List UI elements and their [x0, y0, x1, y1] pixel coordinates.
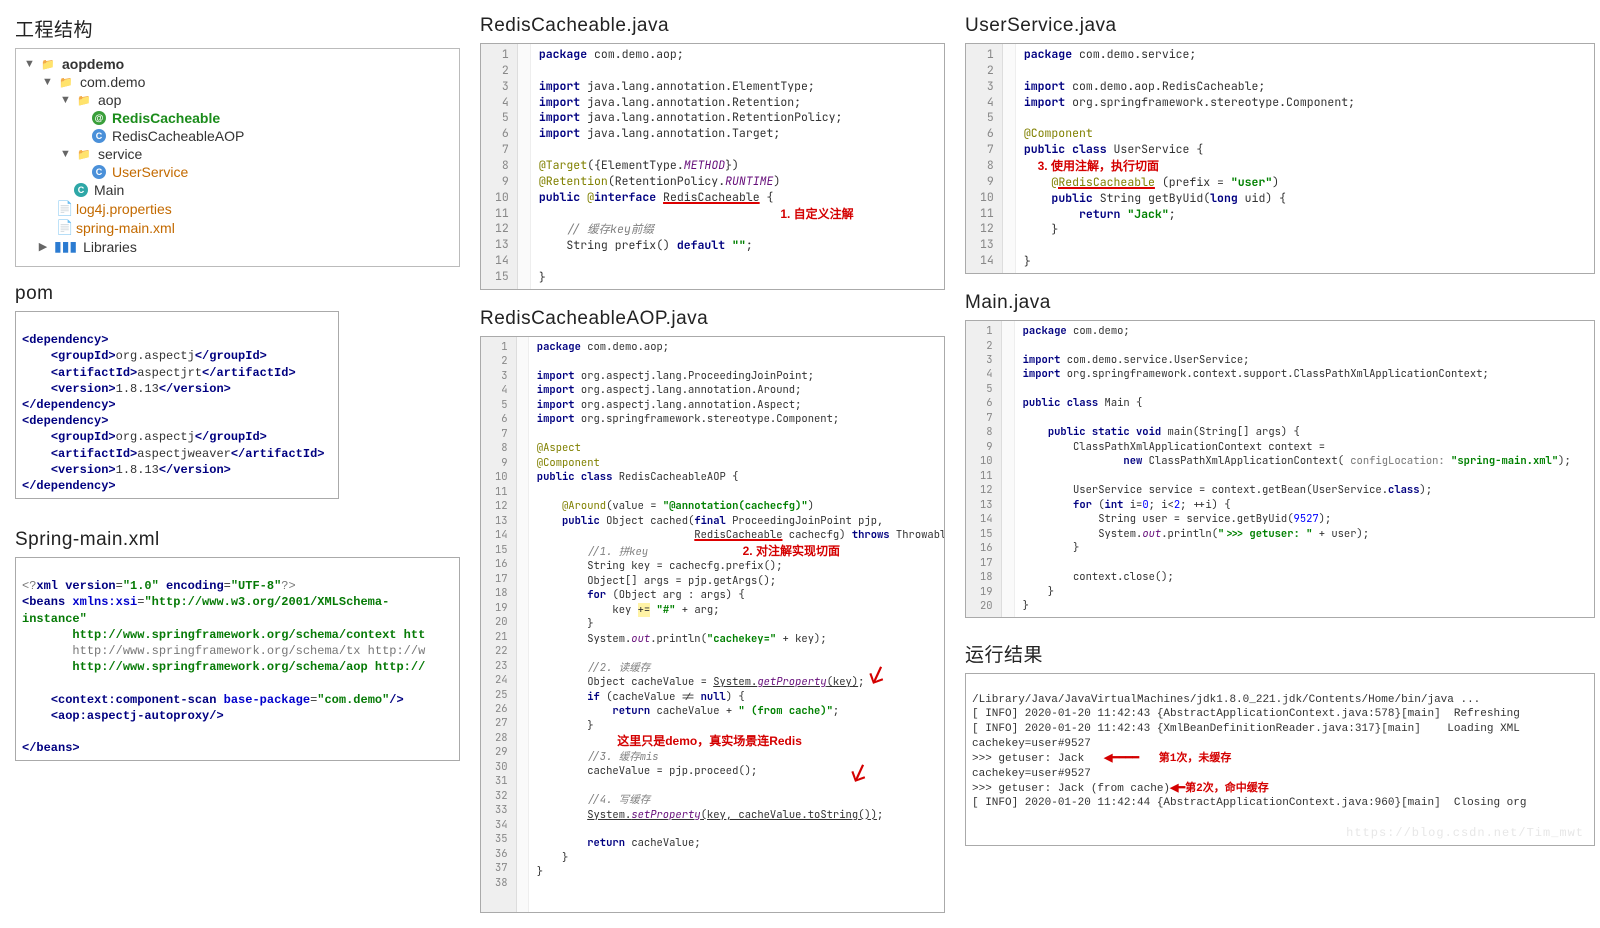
tree-file-log4j[interactable]: log4j.properties	[76, 201, 172, 217]
tree-root[interactable]: aopdemo	[62, 56, 124, 72]
file-icon: 📄	[56, 200, 70, 217]
section-title-userservice: UserService.java	[965, 15, 1595, 37]
tree-file-rediscacheableaop[interactable]: RedisCacheableAOP	[112, 128, 244, 144]
console-line: [ INFO] 2020-01-20 11:42:43 {XmlBeanDefi…	[972, 723, 1520, 735]
code-aop: 1 2 3 4 5 6 7 8 9 10 11 12 13 14 15 16 1…	[480, 336, 945, 913]
class-icon: C	[74, 183, 88, 197]
tree-pkg[interactable]: com.demo	[80, 74, 145, 90]
chevron-right-icon[interactable]: ▶	[38, 240, 48, 253]
tree-file-main[interactable]: Main	[94, 182, 124, 198]
chevron-down-icon[interactable]: ▼	[24, 58, 34, 70]
console-line: cachekey=user#9527	[972, 768, 1091, 780]
pom-code: <dependency> <groupId>org.aspectj</group…	[15, 311, 339, 499]
section-title-pom: pom	[15, 283, 460, 305]
spring-code: <?xml version="1.0" encoding="UTF-8"?> <…	[15, 557, 460, 761]
section-title-result: 运行结果	[965, 640, 1595, 667]
console-line: cachekey=user#9527	[972, 738, 1091, 750]
console-line: [ INFO] 2020-01-20 11:42:44 {AbstractApp…	[972, 797, 1527, 809]
console-line: >>> getuser: Jack	[972, 753, 1084, 765]
arrow-icon: ↙	[863, 655, 890, 694]
note-second-hit: 第2次，命中缓存	[1185, 783, 1269, 795]
console-line: [ INFO] 2020-01-20 11:42:43 {AbstractApp…	[972, 708, 1520, 720]
class-icon: C	[92, 165, 106, 179]
folder-icon: 📁	[76, 93, 92, 108]
section-title-rediscacheable: RedisCacheable.java	[480, 15, 945, 37]
console-output: /Library/Java/JavaVirtualMachines/jdk1.8…	[965, 673, 1595, 846]
console-line: /Library/Java/JavaVirtualMachines/jdk1.8…	[972, 694, 1480, 706]
folder-icon: 📁	[40, 57, 56, 72]
section-title-main: Main.java	[965, 292, 1595, 314]
library-icon: ▮▮▮	[54, 238, 77, 255]
folder-icon: 📁	[58, 75, 74, 90]
section-title-aop: RedisCacheableAOP.java	[480, 308, 945, 330]
file-icon: 📄	[56, 219, 70, 236]
class-icon: C	[92, 129, 106, 143]
annotation-icon: @	[92, 111, 106, 125]
note-impl-aspect: 2. 对注解实现切面	[743, 544, 840, 558]
code-rediscacheable: 1 2 3 4 5 6 7 8 9 10 11 12 13 14 15 pack…	[480, 43, 945, 290]
section-title-spring: Spring-main.xml	[15, 529, 460, 551]
tree-service[interactable]: service	[98, 146, 142, 162]
note-use-annotation: 3. 使用注解，执行切面	[1038, 159, 1159, 173]
project-tree: ▼ 📁 aopdemo ▼ 📁 com.demo ▼ 📁 aop @ RedisCacheab…	[15, 48, 460, 267]
code-main: 1 2 3 4 5 6 7 8 9 10 11 12 13 14 15 16 1…	[965, 320, 1595, 618]
note-custom-annotation: 1. 自定义注解	[780, 207, 853, 221]
watermark: https://blog.csdn.net/Tim_mwt	[1346, 825, 1584, 841]
chevron-down-icon[interactable]: ▼	[60, 94, 70, 106]
tree-libraries[interactable]: Libraries	[83, 239, 137, 255]
tree-file-springxml[interactable]: spring-main.xml	[76, 220, 175, 236]
tree-file-rediscacheable[interactable]: RedisCacheable	[112, 110, 220, 126]
chevron-down-icon[interactable]: ▼	[42, 76, 52, 88]
console-line: >>> getuser: Jack (from cache)	[972, 783, 1170, 795]
tree-file-userservice[interactable]: UserService	[112, 164, 188, 180]
chevron-down-icon[interactable]: ▼	[60, 148, 70, 160]
section-title-tree: 工程结构	[15, 15, 460, 42]
note-first-miss: 第1次，未缓存	[1159, 753, 1232, 765]
tree-aop[interactable]: aop	[98, 92, 121, 108]
note-demo: 这里只是demo，真实场景连Redis	[617, 734, 802, 748]
folder-icon: 📁	[76, 147, 92, 162]
arrow-icon: ↙	[845, 753, 872, 792]
code-userservice: 1 2 3 4 5 6 7 8 9 10 11 12 13 14 package…	[965, 43, 1595, 274]
